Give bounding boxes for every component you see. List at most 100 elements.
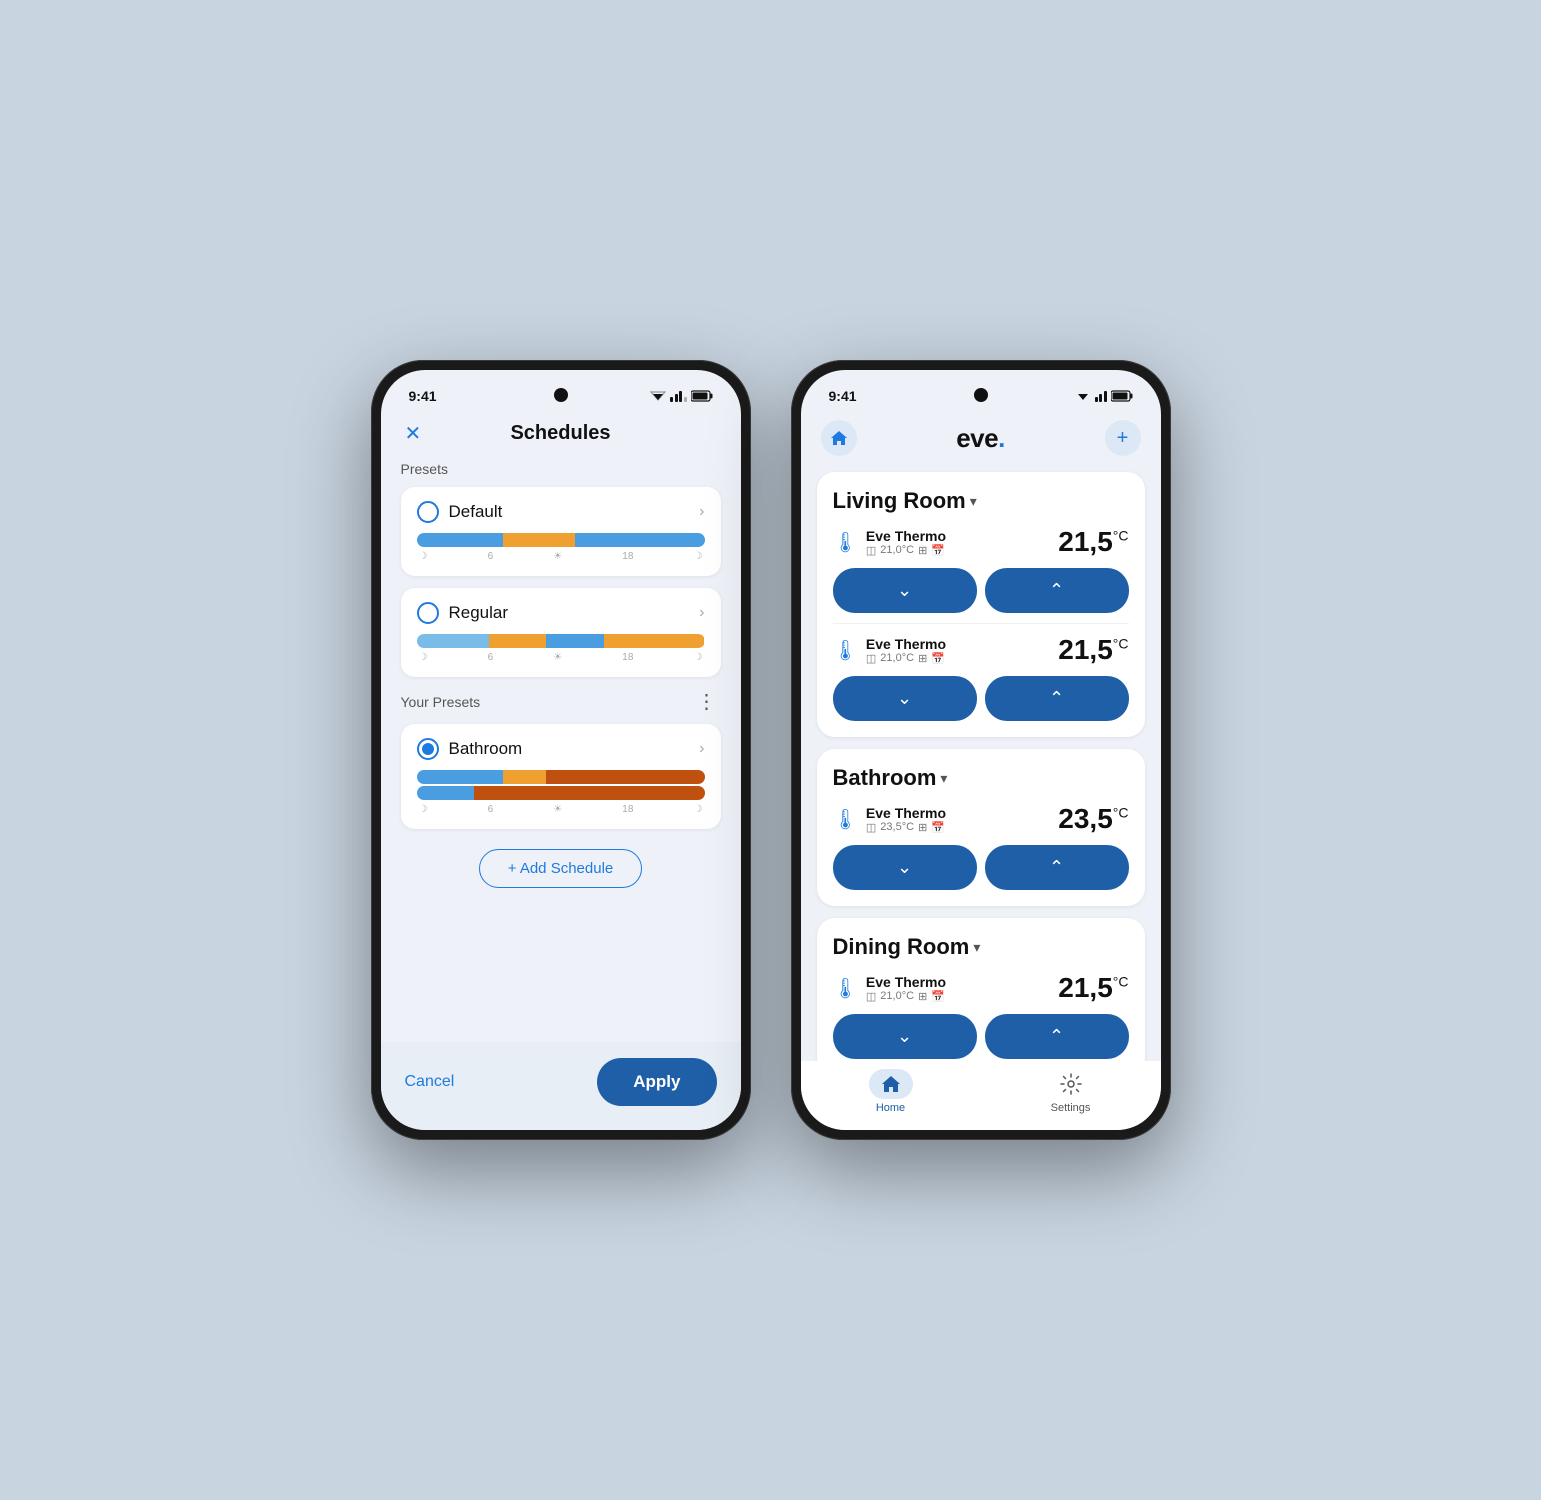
device-row-lr-2: 🌡 Eve Thermo ◫ 21,0°C ⊞ 📅 21,5°C [833,634,1129,666]
temp-display-dining: 21,5°C [1058,972,1128,1004]
room-dropdown-living[interactable]: ▾ [970,493,977,510]
nav-settings-label: Settings [1051,1102,1091,1114]
add-button[interactable]: + [1105,420,1141,456]
room-name-bathroom: Bathroom [833,765,937,791]
decrease-btn-lr-2[interactable]: ⌄ [833,676,977,721]
radio-bathroom[interactable] [417,738,439,760]
wifi-icon-2 [1075,390,1091,402]
device-sub-lr-1: ◫ 21,0°C ⊞ 📅 [866,544,1058,557]
device-name-lr-1: Eve Thermo [866,528,1058,544]
preset-name-regular: Regular [449,603,509,623]
schedules-content: Presets Default › [381,457,741,1042]
device-sub-bath: ◫ 23,5°C ⊞ 📅 [866,821,1058,834]
preset-name-default: Default [449,502,503,522]
room-name-living-room: Living Room [833,488,966,514]
decrease-btn-lr-1[interactable]: ⌄ [833,568,977,613]
chevron-default[interactable]: › [699,503,704,521]
eve-nav: Home Settings [801,1061,1161,1130]
calendar-icon-lr-1: 📅 [931,544,945,557]
temp-display-lr-1: 21,5°C [1058,526,1128,558]
add-schedule-button[interactable]: + Add Schedule [479,849,643,888]
room-dropdown-bathroom[interactable]: ▾ [940,770,947,787]
room-name-dining: Dining Room [833,934,970,960]
device-row-dining: 🌡 Eve Thermo ◫ 21,0°C ⊞ 📅 21,5°C [833,972,1129,1004]
chevron-regular[interactable]: › [699,604,704,622]
device-sub-lr-2: ◫ 21,0°C ⊞ 📅 [866,652,1058,665]
temp-display-bath: 23,5°C [1058,803,1128,835]
room-card-dining-room: Dining Room ▾ 🌡 Eve Thermo ◫ 21,0°C ⊞ 📅 [817,918,1145,1061]
your-presets-header: Your Presets ⋮ [401,689,721,714]
signal-icon-2 [1095,391,1107,402]
camera-notch [554,388,568,402]
device-name-lr-2: Eve Thermo [866,636,1058,652]
nav-settings-icon-wrap [1049,1069,1093,1099]
preset-card-default: Default › ☽ 6 ☀ 18 ☽ [401,487,721,576]
increase-btn-lr-2[interactable]: ⌃ [985,676,1129,721]
cancel-button[interactable]: Cancel [405,1073,455,1091]
wifi-icon [650,390,666,402]
status-icons-1 [650,390,713,402]
device-row-bath-1: 🌡 Eve Thermo ◫ 23,5°C ⊞ 📅 23,5°C [833,803,1129,835]
schedules-header: ✕ Schedules [381,414,741,457]
house-icon [830,430,848,446]
settings-nav-icon [1060,1073,1082,1095]
schedule-bar-bathroom: ☽ 6 ☀ 18 ☽ [417,770,705,815]
battery-icon-2 [1111,390,1133,402]
decrease-btn-dining[interactable]: ⌄ [833,1014,977,1059]
home-nav-icon [880,1074,902,1094]
radio-regular[interactable] [417,602,439,624]
chevron-bathroom[interactable]: › [699,740,704,758]
nav-home[interactable]: Home [801,1069,981,1114]
control-row-lr-1: ⌄ ⌃ [833,568,1129,613]
phone-schedules: 9:41 ✕ [371,360,751,1140]
presets-label: Presets [401,461,721,477]
nav-home-icon-wrap [869,1069,913,1099]
home-nav-button[interactable] [821,420,857,456]
decrease-btn-bath[interactable]: ⌄ [833,845,977,890]
device-row-lr-1: 🌡 Eve Thermo ◫ 21,0°C ⊞ 📅 21,5°C [833,526,1129,558]
radio-default[interactable] [417,501,439,523]
room-dropdown-dining[interactable]: ▾ [973,939,980,956]
nav-home-label: Home [876,1102,905,1114]
temp-display-lr-2: 21,5°C [1058,634,1128,666]
preset-card-regular: Regular › ☽ 6 ☀ 18 [401,588,721,677]
preset-name-bathroom: Bathroom [449,739,523,759]
thermometer-icon-dining: 🌡 [833,976,858,1001]
battery-icon [691,390,713,402]
separator-lr [833,623,1129,624]
thermometer-icon-lr-1: 🌡 [833,530,858,555]
increase-btn-lr-1[interactable]: ⌃ [985,568,1129,613]
close-button[interactable]: ✕ [401,417,426,450]
camera-notch-2 [974,388,988,402]
thermometer-icon-bath: 🌡 [833,807,858,832]
eve-dot: . [998,423,1005,453]
preset-card-bathroom: Bathroom › ☽ 6 [401,724,721,829]
room-card-living-room: Living Room ▾ 🌡 Eve Thermo ◫ 21,0°C ⊞ 📅 [817,472,1145,737]
status-icons-2 [1075,390,1133,402]
target-temp-icon-lr-1: ◫ [866,544,876,557]
eve-content: Living Room ▾ 🌡 Eve Thermo ◫ 21,0°C ⊞ 📅 [801,468,1161,1061]
device-name-bath: Eve Thermo [866,805,1058,821]
room-card-bathroom: Bathroom ▾ 🌡 Eve Thermo ◫ 23,5°C ⊞ 📅 [817,749,1145,906]
status-time-2: 9:41 [829,388,857,404]
apply-button[interactable]: Apply [597,1058,716,1106]
schedules-footer: Cancel Apply [381,1042,741,1130]
signal-icon [670,391,687,402]
eve-header: eve. + [801,414,1161,468]
status-time-1: 9:41 [409,388,437,404]
schedule-bar-default: ☽ 6 ☀ 18 ☽ [417,533,705,562]
control-row-bath: ⌄ ⌃ [833,845,1129,890]
increase-btn-dining[interactable]: ⌃ [985,1014,1129,1059]
nav-settings[interactable]: Settings [981,1069,1161,1114]
control-row-dining: ⌄ ⌃ [833,1014,1129,1059]
schedules-title: Schedules [510,422,610,445]
more-options-button[interactable]: ⋮ [693,689,721,714]
thermometer-icon-lr-2: 🌡 [833,638,858,663]
control-row-lr-2: ⌄ ⌃ [833,676,1129,721]
phone-eve: 9:41 [791,360,1171,1140]
device-sub-dining: ◫ 21,0°C ⊞ 📅 [866,990,1058,1003]
increase-btn-bath[interactable]: ⌃ [985,845,1129,890]
eve-logo: eve. [956,423,1005,454]
device-name-dining: Eve Thermo [866,974,1058,990]
schedule-icon-lr-1: ⊞ [918,544,927,557]
